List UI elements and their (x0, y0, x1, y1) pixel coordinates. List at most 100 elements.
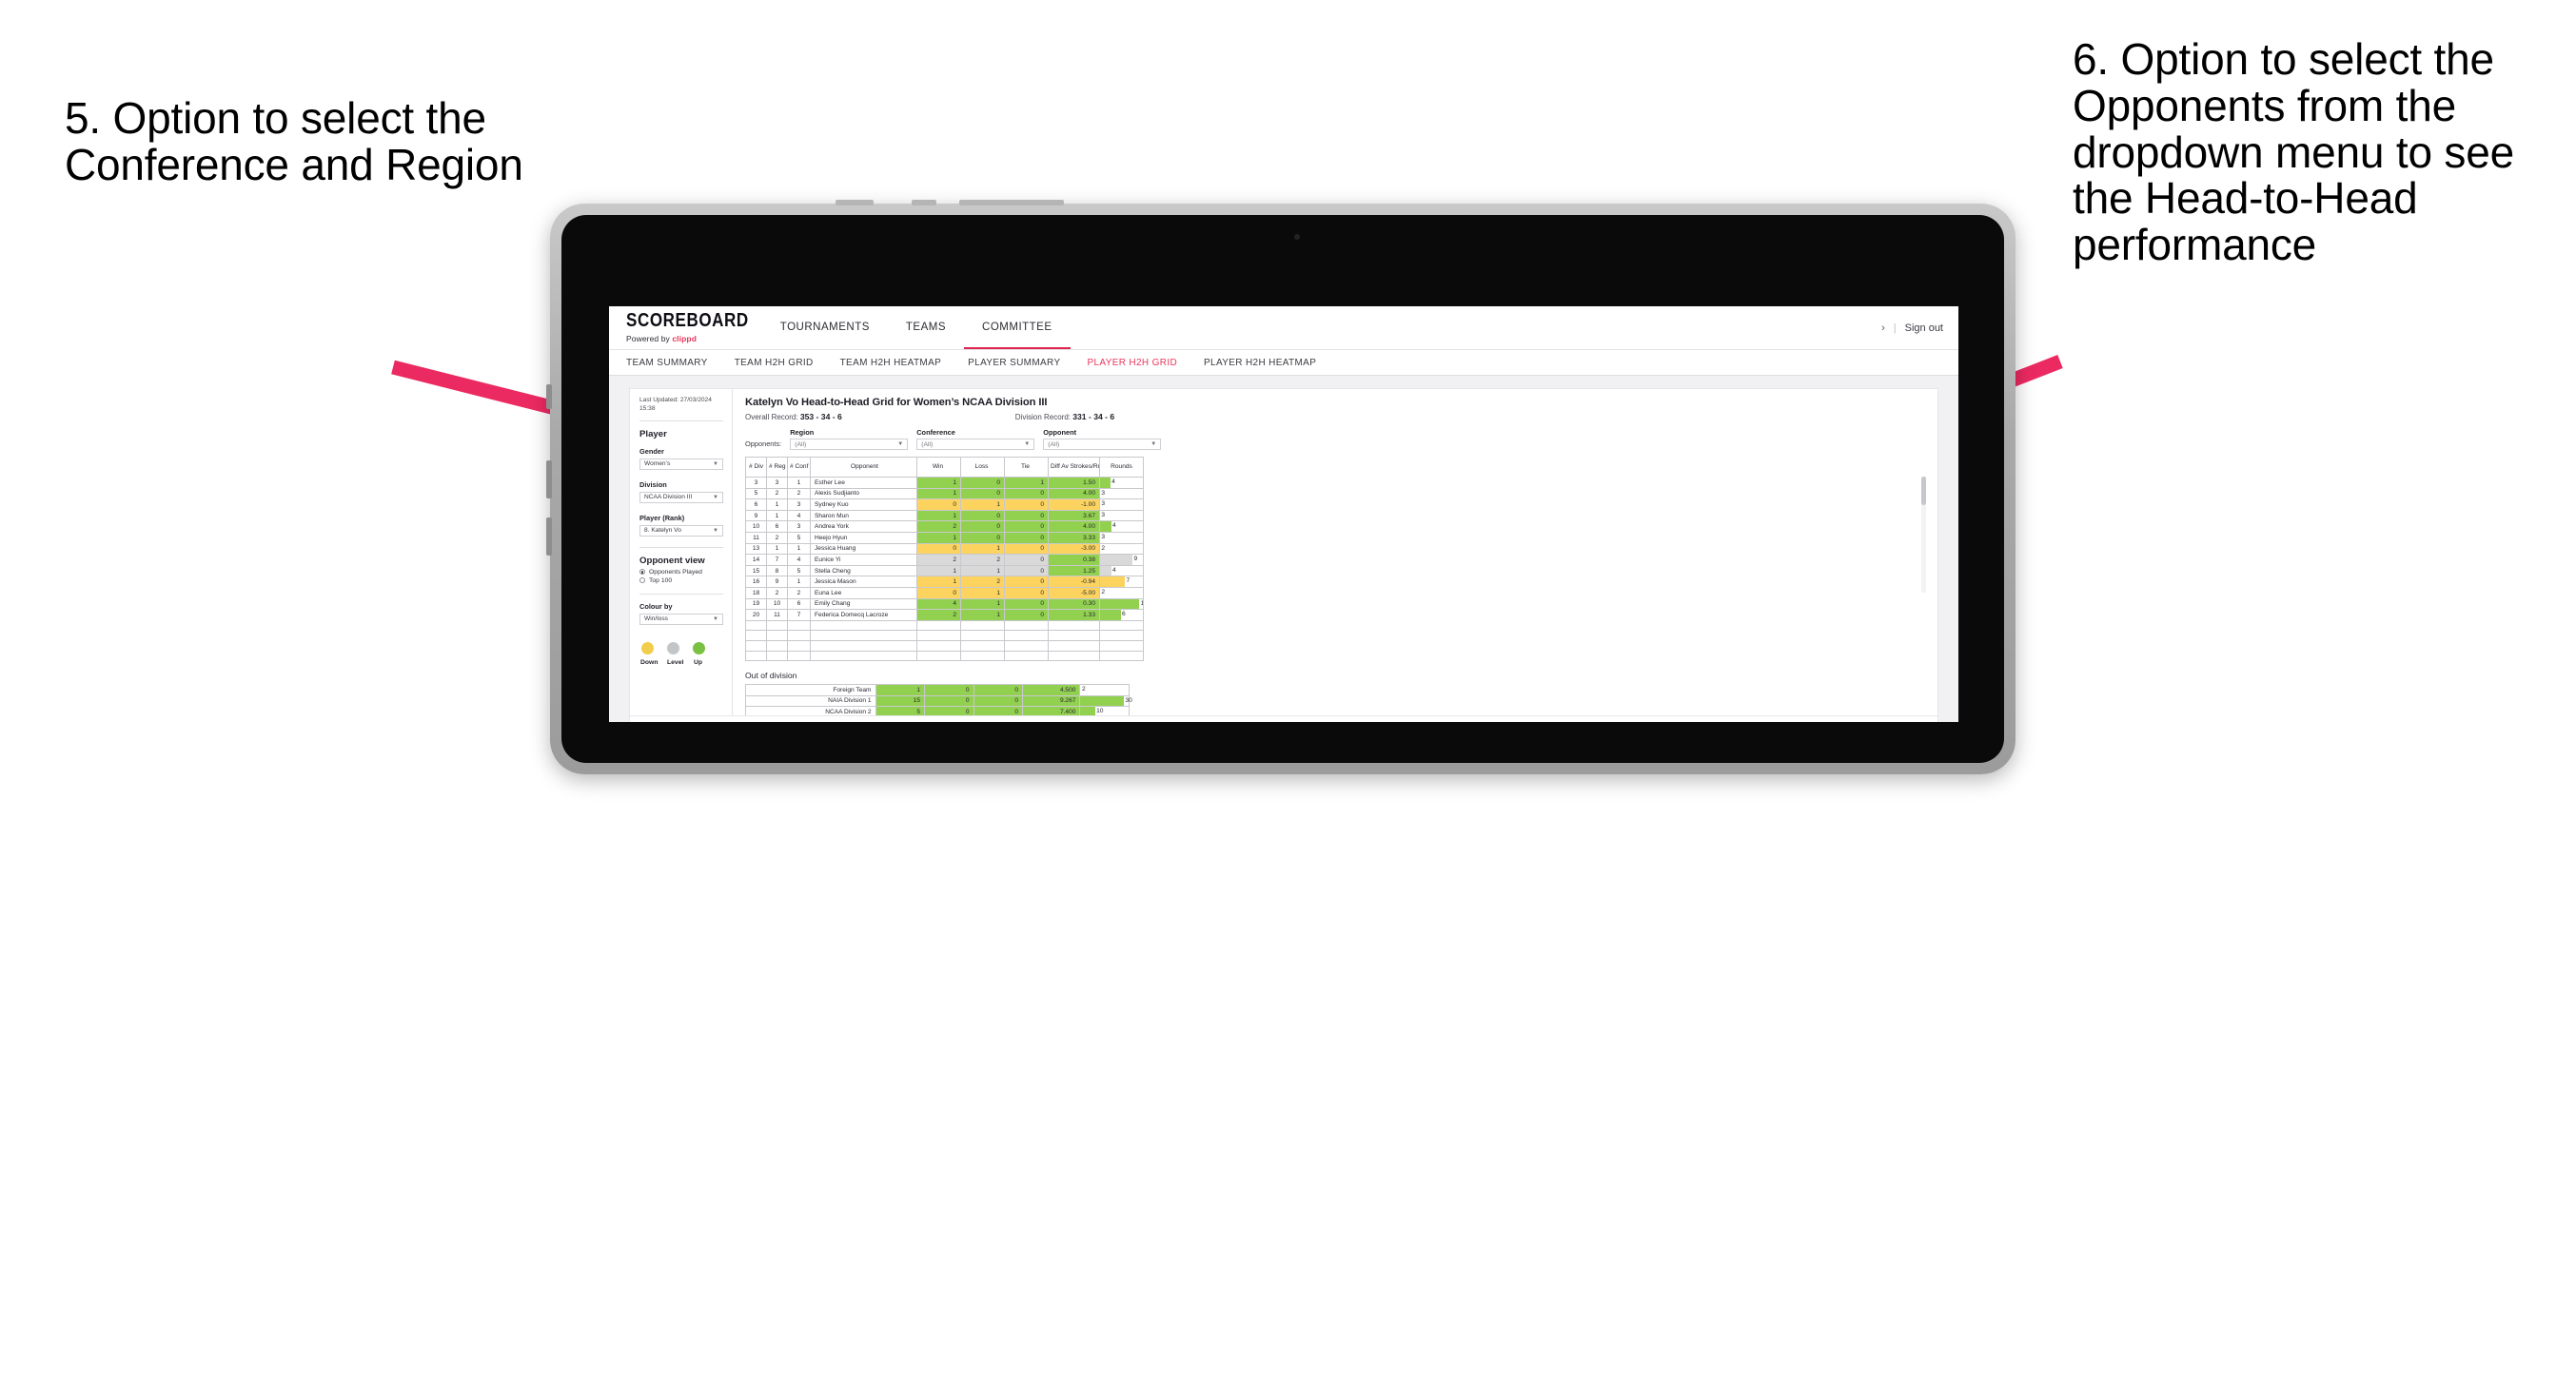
brand-logo[interactable]: SCOREBOARD Powered by clippd (609, 306, 762, 349)
table-row[interactable]: 19106Emily Chang4100.3011 (745, 597, 1144, 611)
player-rank-select[interactable]: 8. Katelyn Vo ▼ (639, 524, 723, 537)
grid-scrollbar[interactable] (1921, 477, 1926, 593)
col-rounds: Rounds (1099, 457, 1144, 478)
cell-rounds: 4 (1099, 520, 1144, 533)
cell-win: 2 (916, 609, 961, 621)
legend-swatch-down (641, 641, 654, 654)
cell-reg: 2 (766, 586, 788, 599)
share-button[interactable]: Share (1886, 721, 1922, 722)
legend-label-level: Level (667, 658, 684, 666)
table-row[interactable]: 15 8 5 Stella Cheng 1 1 0 1.25 4 (745, 564, 1144, 577)
share-icon (1886, 721, 1898, 722)
table-row[interactable]: 13 1 1 Jessica Huang 0 1 0 -3.00 2 (745, 542, 1144, 556)
cell-rounds: 2 (1099, 542, 1144, 556)
table-row[interactable]: 10 6 3 Andrea York 2 0 0 4.00 4 (745, 520, 1144, 533)
cell-div: 5 (745, 487, 767, 500)
panel-divider-2 (639, 546, 723, 548)
fullscreen-icon[interactable] (1860, 721, 1873, 722)
table-row[interactable]: 5 2 2 Alexis Sudjianto 1 0 0 4.00 3 (745, 487, 1144, 500)
table-row[interactable]: 14 7 4 Eunice Yi 2 2 0 0.38 9 (745, 554, 1144, 566)
region-filter-value: (All) (795, 440, 807, 448)
cell-diff: -3.00 (1048, 542, 1100, 556)
cell-tie: 0 (973, 694, 1024, 708)
undo-icon[interactable] (759, 721, 772, 722)
cell-diff: -5.00 (1048, 586, 1100, 599)
h2h-grid-header-row: # Div # Reg # Conf Opponent Win Loss Tie… (745, 457, 1144, 478)
tab-team-h2h-heatmap[interactable]: TEAM H2H HEATMAP (840, 358, 959, 368)
highlight-icon[interactable] (878, 721, 891, 722)
revert-icon[interactable] (807, 721, 819, 722)
nav-item-tournaments[interactable]: TOURNAMENTS (762, 306, 888, 349)
redo-icon[interactable] (783, 721, 796, 722)
conference-filter-value: (All) (921, 440, 934, 448)
opponent-filter-select[interactable]: (All) ▼ (1043, 439, 1162, 450)
cell-diff: 9.267 (1022, 694, 1081, 708)
cell-loss: 1 (960, 498, 1005, 511)
h2h-grid-head: # Div # Reg # Conf Opponent Win Loss Tie… (745, 457, 1144, 478)
sign-out-link[interactable]: Sign out (1905, 322, 1943, 334)
table-row[interactable]: 11 2 5 Heejo Hyun 1 0 0 3.33 3 (745, 531, 1144, 544)
region-filter-select[interactable]: (All) ▼ (790, 439, 909, 450)
cell-rounds: 3 (1099, 509, 1144, 522)
cell-conf: 1 (787, 542, 811, 556)
eye-icon (1750, 721, 1762, 722)
radio-top-100[interactable]: Top 100 (639, 577, 723, 584)
col-reg-label: # Reg (769, 463, 786, 471)
clock-icon[interactable] (932, 721, 944, 722)
gender-select[interactable]: Women’s ▼ (639, 458, 723, 470)
radio-opponents-played[interactable]: Opponents Played (639, 569, 723, 576)
chevron-down-icon: ▼ (713, 615, 718, 622)
tab-team-h2h-grid[interactable]: TEAM H2H GRID (735, 358, 831, 368)
pause-icon[interactable] (855, 721, 867, 722)
conference-filter-select[interactable]: (All) ▼ (916, 439, 1035, 450)
grid-scrollbar-thumb[interactable] (1921, 477, 1926, 505)
cell-rounds: 7 (1099, 576, 1144, 588)
table-row[interactable]: 20 11 7 Federica Domecq Lacroze 2 1 0 1.33 6 (745, 609, 1144, 621)
download-button[interactable]: ▼ (1825, 721, 1847, 722)
cell-loss: 2 (960, 576, 1005, 588)
gender-value: Women’s (644, 460, 671, 468)
col-tie: Tie (1004, 457, 1049, 478)
table-row[interactable]: NAIA Division 1 15 0 0 9.267 30 (745, 694, 1132, 708)
tab-player-h2h-heatmap[interactable]: PLAYER H2H HEATMAP (1204, 358, 1333, 368)
view-original-button[interactable]: View: Original (968, 721, 1031, 722)
opponent-filter-value: (All) (1048, 440, 1060, 448)
nav-item-teams[interactable]: TEAMS (888, 306, 964, 349)
table-row[interactable]: 18 2 2 Euna Lee 0 1 0 -5.00 2 (745, 586, 1144, 599)
colour-by-select[interactable]: Win/loss ▼ (639, 613, 723, 625)
table-row[interactable]: 16 9 1 Jessica Mason 1 2 0 -0.94 7 (745, 576, 1144, 588)
cell-loss: 1 (960, 542, 1005, 556)
table-row[interactable]: 9 1 4 Sharon Mun 1 0 0 3.67 3 (745, 509, 1144, 522)
chevron-right-icon[interactable]: › (1881, 322, 1885, 334)
powered-by-name: clippd (672, 334, 697, 343)
rounds-value: 4 (1112, 566, 1116, 574)
save-custom-view-button[interactable]: Save Custom View (1042, 721, 1122, 722)
table-row[interactable]: Foreign Team 1 0 0 4.500 2 (745, 684, 1130, 696)
cell-win: 1 (916, 531, 961, 544)
cell-win: 0 (916, 586, 961, 599)
cell-tie: 0 (1004, 586, 1049, 599)
tab-player-h2h-grid[interactable]: PLAYER H2H GRID (1087, 358, 1194, 368)
table-row[interactable]: 3 3 1 Esther Lee 1 0 1 1.50 4 (745, 477, 1144, 489)
tab-team-summary[interactable]: TEAM SUMMARY (626, 358, 725, 368)
cell-diff: -0.94 (1048, 576, 1100, 588)
cell-tie: 0 (1004, 609, 1049, 621)
refresh-icon[interactable] (831, 721, 843, 722)
rounds-value: 6 (1121, 611, 1126, 618)
col-conf: # Conf (787, 457, 811, 478)
out-of-division-table: Foreign Team 1 0 0 4.500 2 NAIA Division 1 15 0 0… (745, 684, 1132, 718)
brand-powered-by: Powered by clippd (626, 334, 749, 343)
rounds-value: 9 (1133, 556, 1138, 563)
watch-button[interactable]: Watch ▼ (1750, 721, 1797, 722)
tablet-volume-up-button (546, 460, 552, 498)
cell-reg: 9 (766, 576, 788, 588)
cell-tie: 0 (1004, 554, 1049, 566)
nav-item-committee[interactable]: COMMITTEE (964, 306, 1071, 349)
cell-win: 1 (916, 564, 961, 577)
table-row[interactable]: 6 1 3 Sydney Kuo 0 1 0 -1.00 3 (745, 498, 1144, 511)
division-select[interactable]: NCAA Division III ▼ (639, 491, 723, 503)
out-of-division-body: Foreign Team 1 0 0 4.500 2 NAIA Division 1 15 0 0… (745, 684, 1132, 718)
tab-player-summary[interactable]: PLAYER SUMMARY (968, 358, 1077, 368)
view-icon (968, 721, 980, 722)
cell-reg: 1 (766, 542, 788, 556)
